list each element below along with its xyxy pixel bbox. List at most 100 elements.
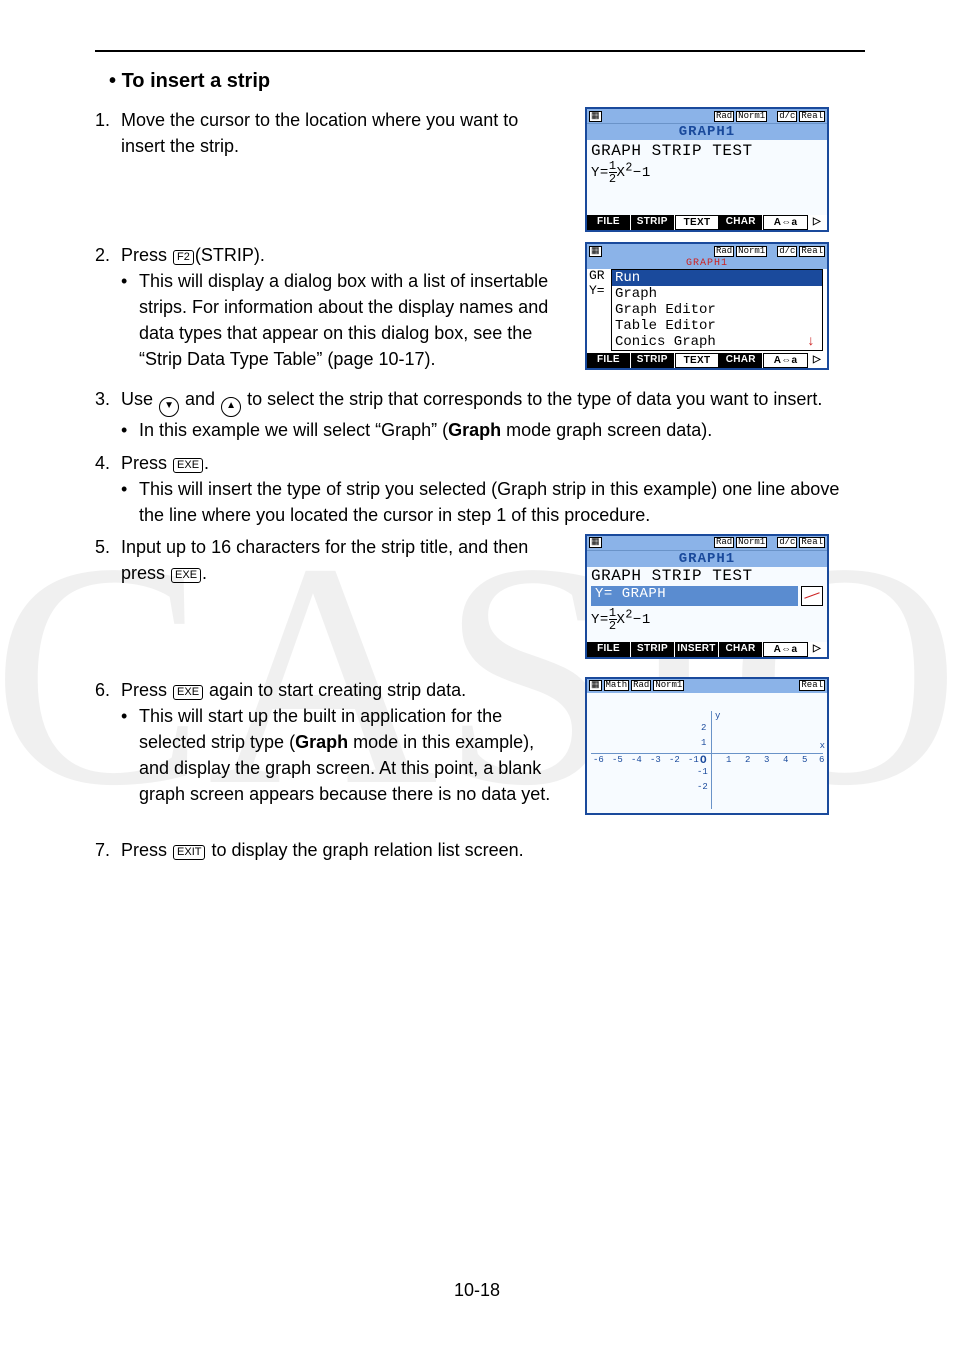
- step-6: 6. Press EXE again to start creating str…: [95, 677, 565, 703]
- status-bar: ▦ Rad Norm1 d/c Real: [587, 536, 827, 550]
- sk-strip[interactable]: STRIP: [631, 642, 675, 657]
- key-exit: EXIT: [173, 845, 205, 860]
- fig-eq: Y=12X2−1: [587, 607, 827, 632]
- t: again to start creating strip data.: [204, 680, 466, 700]
- y-label: y: [715, 711, 720, 721]
- t: Graph: [295, 732, 348, 752]
- status-norm: Norm1: [736, 111, 767, 122]
- sk-file[interactable]: FILE: [587, 353, 631, 368]
- t: Y=: [589, 284, 611, 299]
- strip-dialog: GRAPH1 GR Y= Run Graph Graph Editor Tabl…: [587, 258, 827, 353]
- step-text: Press EXE again to start creating strip …: [121, 677, 565, 703]
- status-icon: ▦: [589, 246, 602, 257]
- x-axis: [591, 753, 823, 754]
- t: .: [204, 453, 209, 473]
- status-bar: ▦ Rad Norm1 d/c Real: [587, 109, 827, 123]
- y-axis: [711, 711, 712, 809]
- sk-next[interactable]: ▷: [808, 642, 827, 657]
- fig-body: GRAPH STRIP TEST Y= GRAPH Y=12X2−1: [587, 567, 827, 642]
- ytick: 2: [701, 723, 706, 733]
- step-4-sub: • This will insert the type of strip you…: [121, 476, 865, 528]
- step-text: Press EXE.: [121, 450, 865, 476]
- sk-case[interactable]: A⇔a: [763, 215, 808, 230]
- page-content: • To insert a strip 1. Move the cursor t…: [95, 50, 865, 867]
- key-f2: F2: [173, 250, 194, 265]
- section-title: To insert a strip: [122, 70, 271, 92]
- xtick: -2: [669, 755, 680, 765]
- list-item[interactable]: Graph: [612, 286, 822, 302]
- status-norm: Norm1: [736, 246, 767, 257]
- step-num: 4.: [95, 450, 121, 476]
- figure-4: ▦ Math Rad Norm1 Real y x O 2 1 -1 -2 -6: [585, 677, 829, 815]
- sub-text: This will start up the built in applicat…: [139, 703, 565, 807]
- status-norm: Norm1: [653, 680, 684, 691]
- t: to display the graph relation list scree…: [206, 840, 523, 860]
- step-1: 1. Move the cursor to the location where…: [95, 107, 565, 159]
- key-exe: EXE: [173, 458, 203, 473]
- xtick: -4: [631, 755, 642, 765]
- t: Press: [121, 840, 172, 860]
- strip-entry[interactable]: Y= GRAPH: [591, 586, 823, 606]
- softkey-menu: FILE STRIP INSERT CHAR A⇔a ▷: [587, 642, 827, 657]
- strip-title-field[interactable]: Y= GRAPH: [591, 586, 798, 606]
- step-text: Press EXIT to display the graph relation…: [121, 837, 865, 863]
- status-real: Real: [799, 246, 825, 257]
- step-num: 7.: [95, 837, 121, 863]
- strip-type-icon: [801, 586, 823, 606]
- sk-case[interactable]: A⇔a: [763, 642, 808, 657]
- sk-strip[interactable]: STRIP: [631, 215, 675, 230]
- figure-2: ▦ Rad Norm1 d/c Real GRAPH1 GR Y= Run Gr…: [585, 242, 829, 370]
- sk-text[interactable]: TEXT: [675, 215, 720, 230]
- fig-line: GRAPH STRIP TEST: [591, 142, 823, 160]
- t: Press: [121, 680, 172, 700]
- strip-list[interactable]: Run Graph Graph Editor Table Editor Coni…: [611, 269, 823, 351]
- sk-next[interactable]: ▷: [808, 215, 827, 230]
- sk-next[interactable]: ▷: [808, 353, 827, 368]
- step-text: Use ▼ and ▲ to select the strip that cor…: [121, 386, 865, 417]
- section-heading: • To insert a strip: [109, 70, 865, 93]
- list-item[interactable]: Conics Graph↓: [612, 334, 822, 350]
- sk-strip[interactable]: STRIP: [631, 353, 675, 368]
- fig-eq: Y=12X2−1: [591, 160, 823, 185]
- list-item[interactable]: Run: [612, 270, 822, 286]
- list-item[interactable]: Table Editor: [612, 318, 822, 334]
- t: Press: [121, 453, 172, 473]
- sk-char[interactable]: CHAR: [719, 642, 763, 657]
- status-icon: ▦: [589, 537, 602, 548]
- xtick: 6: [819, 755, 824, 765]
- list-item[interactable]: Graph Editor: [612, 302, 822, 318]
- status-rad: Rad: [714, 537, 734, 548]
- key-exe: EXE: [171, 568, 201, 583]
- sk-file[interactable]: FILE: [587, 215, 631, 230]
- status-bar: ▦ Math Rad Norm1 Real: [587, 679, 827, 693]
- step-num: 6.: [95, 677, 121, 703]
- softkey-menu: FILE STRIP TEXT CHAR A⇔a ▷: [587, 215, 827, 230]
- t: Use: [121, 389, 158, 409]
- bullet: •: [121, 476, 139, 528]
- step-3: 3. Use ▼ and ▲ to select the strip that …: [95, 386, 865, 417]
- figure-3: ▦ Rad Norm1 d/c Real GRAPH1 GRAPH STRIP …: [585, 534, 829, 659]
- xtick: -1: [688, 755, 699, 765]
- step-num: 1.: [95, 107, 121, 159]
- ytick: -2: [697, 782, 708, 792]
- fig-title: GRAPH1: [587, 550, 827, 567]
- graph-screen: y x O 2 1 -1 -2 -6 -5 -4 -3 -2 -1 1 2 3 …: [587, 693, 827, 813]
- t: Press: [121, 245, 172, 265]
- sk-file[interactable]: FILE: [587, 642, 631, 657]
- sk-case[interactable]: A⇔a: [763, 353, 808, 368]
- sk-insert[interactable]: INSERT: [675, 642, 719, 657]
- bullet: •: [121, 268, 139, 372]
- xtick: 1: [726, 755, 731, 765]
- status-real: Real: [799, 680, 825, 691]
- bullet: •: [121, 703, 139, 807]
- sub-text: This will display a dialog box with a li…: [139, 268, 565, 372]
- sk-text[interactable]: TEXT: [675, 353, 720, 368]
- sk-char[interactable]: CHAR: [719, 215, 763, 230]
- sk-char[interactable]: CHAR: [719, 353, 763, 368]
- t: Graph: [448, 420, 501, 440]
- step-2-sub: • This will display a dialog box with a …: [121, 268, 565, 372]
- xtick: -5: [612, 755, 623, 765]
- step-4: 4. Press EXE.: [95, 450, 865, 476]
- scroll-down-icon[interactable]: ↓: [807, 334, 819, 350]
- status-bar: ▦ Rad Norm1 d/c Real: [587, 244, 827, 258]
